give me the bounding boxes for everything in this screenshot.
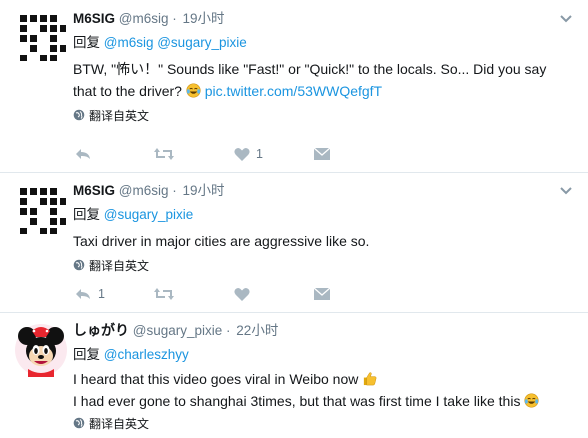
- reply-button[interactable]: 1: [74, 286, 105, 302]
- reply-context: 回复 @charleszhyy: [73, 346, 578, 364]
- tweet-header: M6SIG @m6sig · 19小时: [73, 182, 578, 200]
- globe-icon: [73, 109, 85, 121]
- separator-dot: ·: [172, 11, 177, 26]
- separator-dot: ·: [172, 183, 177, 198]
- translate-label: 翻译自英文: [89, 416, 150, 431]
- tweet-text-line-1: I heard that this video goes viral in We…: [73, 371, 359, 387]
- direct-message-button[interactable]: [314, 147, 330, 161]
- like-button[interactable]: 1: [234, 147, 263, 162]
- tweet-text-line-1: Taxi driver in major cities are aggressi…: [73, 233, 370, 249]
- thumbs-up-emoji-icon: [364, 372, 377, 386]
- m6sig-logo-avatar[interactable]: [18, 185, 68, 235]
- display-name[interactable]: M6SIG: [73, 183, 115, 198]
- reply-prefix: 回复: [73, 35, 100, 50]
- reply-to-mentions[interactable]: @charleszhyy: [104, 347, 189, 362]
- heart-icon: [234, 147, 250, 161]
- tweet-divider: [0, 172, 588, 173]
- tweet-text-line-1: BTW, "怖い！" Sounds like "Fast!" or "Quick…: [73, 61, 547, 77]
- tweet-divider: [0, 312, 588, 313]
- tweet-text-line-2: that to the driver?: [73, 83, 182, 99]
- tweet-text: I heard that this video goes viral in We…: [73, 368, 578, 412]
- translate-label: 翻译自英文: [89, 108, 150, 123]
- display-name[interactable]: しゅがり: [73, 323, 129, 339]
- globe-icon: [73, 259, 85, 271]
- tweet-text: Taxi driver in major cities are aggressi…: [73, 230, 578, 252]
- retweet-button[interactable]: [153, 146, 175, 162]
- reply-count: 1: [98, 287, 105, 301]
- user-handle[interactable]: @sugary_pixie: [133, 323, 223, 338]
- timestamp[interactable]: 19小时: [183, 183, 225, 198]
- timestamp[interactable]: 19小时: [183, 11, 225, 26]
- reply-icon: [76, 289, 90, 299]
- timestamp[interactable]: 22小时: [236, 323, 278, 338]
- minnie-mouse-avatar[interactable]: [14, 323, 68, 377]
- laughing-tears-emoji-icon: [186, 83, 201, 98]
- chevron-down-icon[interactable]: [558, 10, 574, 26]
- retweet-icon: [154, 288, 174, 300]
- reply-to-mentions[interactable]: @sugary_pixie: [104, 207, 194, 222]
- translate-button[interactable]: 翻译自英文: [73, 107, 578, 123]
- reply-to-mentions[interactable]: @m6sig @sugary_pixie: [104, 35, 247, 50]
- tweet-text-line-2: I had ever gone to shanghai 3times, but …: [73, 393, 521, 409]
- reply-icon: [76, 149, 90, 159]
- envelope-icon: [314, 287, 330, 300]
- reply-prefix: 回复: [73, 347, 100, 362]
- like-button[interactable]: [234, 287, 250, 302]
- translate-label: 翻译自英文: [89, 258, 150, 273]
- m6sig-logo-avatar[interactable]: [18, 12, 68, 62]
- envelope-icon: [314, 147, 330, 160]
- chevron-down-icon[interactable]: [558, 182, 574, 198]
- reply-context: 回复 @m6sig @sugary_pixie: [73, 34, 578, 52]
- direct-message-button[interactable]: [314, 287, 330, 301]
- like-count: 1: [256, 147, 263, 161]
- tweet-header: M6SIG @m6sig · 19小时: [73, 10, 578, 28]
- user-handle[interactable]: @m6sig: [119, 11, 169, 26]
- user-handle[interactable]: @m6sig: [119, 183, 169, 198]
- reply-button[interactable]: [74, 146, 92, 162]
- laughing-tears-emoji-icon: [524, 393, 539, 408]
- media-link[interactable]: pic.twitter.com/53WWQefgfT: [205, 83, 382, 99]
- tweet-header: しゅがり @sugary_pixie · 22小时: [73, 322, 578, 340]
- globe-icon: [73, 417, 85, 429]
- translate-button[interactable]: 翻译自英文: [73, 415, 578, 431]
- reply-context: 回复 @sugary_pixie: [73, 206, 578, 224]
- translate-button[interactable]: 翻译自英文: [73, 257, 578, 273]
- heart-icon: [234, 287, 250, 301]
- retweet-button[interactable]: [153, 286, 175, 302]
- separator-dot: ·: [226, 323, 231, 338]
- display-name[interactable]: M6SIG: [73, 11, 115, 26]
- tweet-text: BTW, "怖い！" Sounds like "Fast!" or "Quick…: [73, 58, 578, 102]
- retweet-icon: [154, 148, 174, 160]
- reply-prefix: 回复: [73, 207, 100, 222]
